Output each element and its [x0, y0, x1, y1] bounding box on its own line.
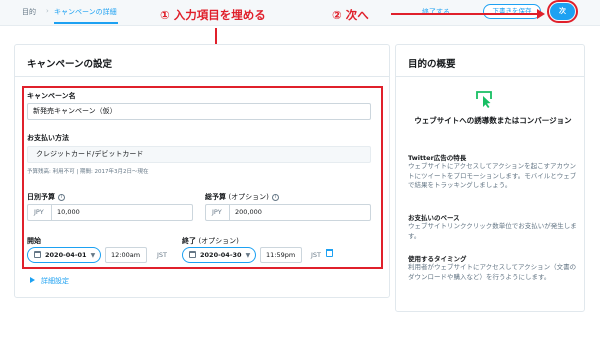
annotation-step-1: ① 入力項目を埋める: [160, 8, 266, 22]
objective-summary-title: 目的の概要: [408, 59, 456, 70]
goal-title: ウェブサイトへの誘導数またはコンバージョン: [414, 116, 572, 125]
breadcrumb-separator: ›: [46, 7, 49, 15]
divider: [395, 76, 585, 77]
cursor-click-icon: [476, 91, 492, 108]
payment-basis-title: お支払いのベース: [408, 214, 460, 222]
annotation-arrow-right: [391, 13, 539, 15]
breadcrumb-objective[interactable]: 目的: [22, 7, 36, 17]
advanced-settings-label: 詳細設定: [41, 277, 69, 285]
active-tab-indicator: [54, 22, 118, 24]
next-button[interactable]: 次: [547, 0, 578, 23]
breadcrumb-campaign-details[interactable]: キャンペーンの詳細: [54, 7, 117, 17]
campaign-settings-title: キャンペーンの設定: [27, 59, 113, 70]
divider: [14, 76, 390, 77]
timing-body: 利用者がウェブサイトにアクセスしてアクション（文書のダウンロードや購入など）を行…: [408, 263, 577, 281]
end-link[interactable]: 終了する: [422, 7, 450, 17]
features-title: Twitter広告の特長: [408, 154, 467, 162]
timing-title: 使用するタイミング: [408, 255, 467, 263]
advanced-settings-link[interactable]: 詳細設定: [30, 276, 69, 286]
annotation-highlight-box: [22, 86, 383, 269]
annotation-arrow-right-head: [537, 9, 545, 19]
payment-basis-body: ウェブサイトリンククリック数単位でお支払いが発生します。: [408, 222, 577, 240]
annotation-step-2: ② 次へ: [332, 8, 369, 22]
triangle-right-icon: [30, 277, 35, 283]
save-draft-button[interactable]: 下書きを保存: [483, 4, 541, 19]
features-body: ウェブサイトにアクセスしてアクションを起こすアカウントにツイートをプロモーション…: [408, 162, 577, 189]
